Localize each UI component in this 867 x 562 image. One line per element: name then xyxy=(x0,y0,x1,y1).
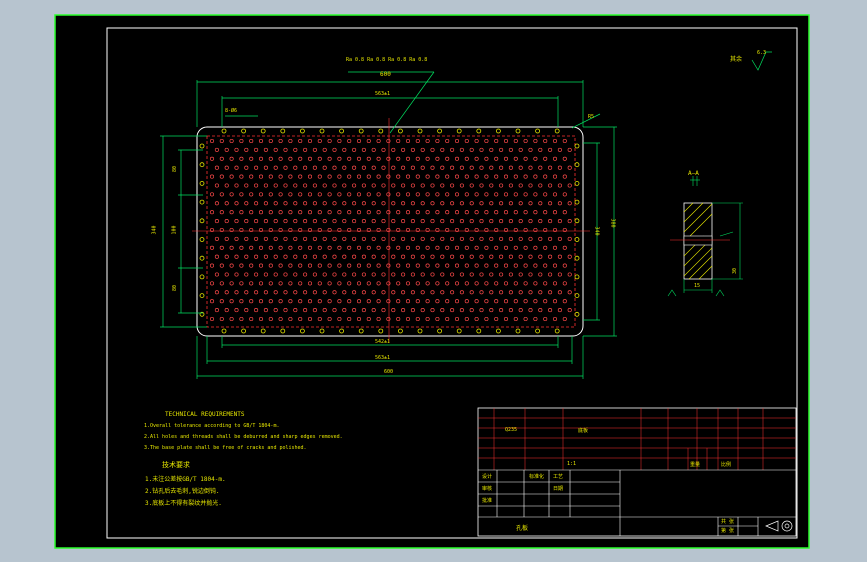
dim-left-total: 340 xyxy=(151,225,158,235)
tb-check: 审核 xyxy=(482,486,493,492)
roughness-label: 其余 xyxy=(730,56,743,63)
tb-name: 孔板 xyxy=(516,525,529,532)
notes-cn-item-3: 3.底板上不得有裂纹并抛光. xyxy=(145,500,222,507)
tb-process: 工艺 xyxy=(553,474,564,480)
tb-std: 标准化 xyxy=(529,474,545,480)
notes-cn-item-1: 1.未注公差按GB/T 1804-m. xyxy=(145,476,226,483)
dim-left-bottom: 80 xyxy=(172,284,179,292)
tb-scale: 1:1 xyxy=(567,461,577,467)
dim-hole-span-bottom-outer: 563±1 xyxy=(375,355,391,361)
dim-overall-top: 600 xyxy=(380,71,391,78)
notes-en-title: TECHNICAL REQUIREMENTS xyxy=(165,411,245,418)
dim-left-mid: 100 xyxy=(171,225,178,235)
tb-drawn: 设计 xyxy=(482,474,493,480)
section-label: A—A xyxy=(688,170,699,177)
dim-section-depth: 30 xyxy=(732,267,739,275)
tb-sheet: 共 张 xyxy=(721,519,735,525)
notes-cn-title: 技术要求 xyxy=(162,461,190,469)
dim-corner-holes: 8-Ø6 xyxy=(225,108,238,114)
notes-en-item-2: 2.All holes and threads shall be deburre… xyxy=(144,434,343,440)
notes-cn-item-2: 2.钻孔后去毛刺,锐边倒钝. xyxy=(145,488,220,495)
notes-en-item-3: 3.The base plate shall be free of cracks… xyxy=(144,445,307,451)
roughness-callout: Ra 0.8 Ra 0.8 Ra 0.8 Ra 0.8 xyxy=(346,57,428,63)
dim-hole-span-bottom-inner: 542±1 xyxy=(375,339,391,345)
cad-frame: Ra 0.8 Ra 0.8 Ra 0.8 Ra 0.8 600 563±1 8-… xyxy=(0,0,867,562)
dim-hole-span-top: 563±1 xyxy=(375,91,391,97)
dim-right-outer: 380 xyxy=(609,218,616,228)
tb-weight: 重量 xyxy=(690,462,701,468)
dim-right-inner: 340 xyxy=(593,226,600,236)
dim-corner-radius: R5 xyxy=(588,114,595,120)
tb-date: 日期 xyxy=(553,486,564,492)
notes-en-item-1: 1.Overall tolerance according to GB/T 18… xyxy=(144,423,280,429)
tb-material: Q235 xyxy=(505,427,518,433)
tb-sheet-2: 第 张 xyxy=(721,528,735,534)
roughness-value: 6.3 xyxy=(757,50,767,56)
dim-left-top: 80 xyxy=(172,165,179,173)
cad-drawing-canvas xyxy=(54,14,810,549)
dim-overall-bottom: 600 xyxy=(384,369,394,375)
tb-part: 底板 xyxy=(578,428,589,434)
dim-section-thickness: 15 xyxy=(694,283,701,289)
tb-approve: 批准 xyxy=(482,498,493,504)
tb-ratio: 比例 xyxy=(721,462,732,468)
